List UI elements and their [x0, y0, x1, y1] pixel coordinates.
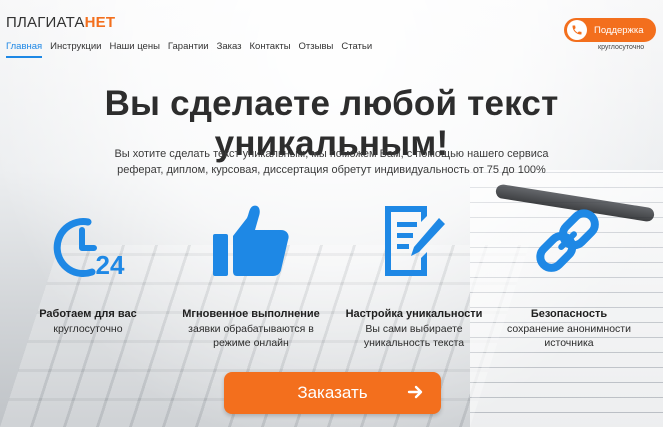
hero-subtitle: Вы хотите сделать текст уникальным, мы п…: [90, 146, 573, 178]
feature-desc: сохранение анонимности источника: [494, 322, 644, 350]
feature-desc-line: уникальность текста: [363, 337, 465, 349]
svg-text:24: 24: [96, 250, 125, 278]
logo-accent-text: НЕТ: [84, 14, 116, 31]
feature-desc: Вы сами выбираете уникальность текста: [339, 322, 489, 350]
feature-24-7: 24 Работаем для вас круглосуточно: [13, 204, 163, 336]
chain-link-icon: [494, 204, 644, 278]
logo-text: ПЛАГИАТА: [6, 14, 85, 31]
support-label: Поддержка: [594, 24, 644, 36]
hero-subtitle-line-1: Вы хотите сделать текст уникальным, мы п…: [114, 148, 549, 160]
nav-item-home[interactable]: Главная: [6, 41, 43, 58]
feature-title: Мгновенное выполнение: [182, 308, 320, 320]
feature-uniqueness: Настройка уникальности Вы сами выбираете…: [339, 204, 489, 350]
feature-desc-line: круглосуточно: [53, 323, 123, 335]
order-button[interactable]: Заказать: [224, 372, 441, 414]
support-subtitle: круглосуточно: [598, 44, 645, 51]
feature-title: Работаем для вас: [39, 308, 137, 320]
site-logo[interactable]: ПЛАГИАТАНЕТ: [6, 14, 115, 31]
nav-item-guarantees[interactable]: Гарантии: [168, 41, 209, 58]
thumbs-up-icon: [176, 204, 326, 278]
support-button[interactable]: Поддержка: [564, 18, 656, 42]
nav-item-order[interactable]: Заказ: [217, 41, 242, 58]
nav-item-prices[interactable]: Наши цены: [110, 41, 160, 58]
feature-desc: круглосуточно: [13, 322, 163, 336]
feature-desc: заявки обрабатываются в режиме онлайн: [176, 322, 326, 350]
feature-desc-line: сохранение анонимности: [506, 323, 631, 335]
main-nav: Главная Инструкции Наши цены Гарантии За…: [6, 41, 372, 58]
order-button-label: Заказать: [297, 383, 368, 402]
hero-subtitle-line-2: реферат, диплом, курсовая, диссертация о…: [117, 164, 546, 176]
feature-desc-line: заявки обрабатываются в: [188, 323, 314, 335]
feature-desc-line: Вы сами выбираете: [365, 323, 463, 335]
feature-desc-line: источника: [544, 337, 594, 349]
feature-security: Безопасность сохранение анонимности исто…: [494, 204, 644, 350]
nav-item-contacts[interactable]: Контакты: [250, 41, 291, 58]
nav-item-articles[interactable]: Статьи: [341, 41, 372, 58]
arrow-right-icon: [407, 384, 423, 405]
document-edit-icon: [339, 204, 489, 278]
feature-title: Настройка уникальности: [345, 308, 483, 320]
phone-icon: [567, 20, 587, 40]
feature-desc-line: режиме онлайн: [213, 337, 289, 349]
clock-24-icon: 24: [13, 204, 163, 278]
feature-instant: Мгновенное выполнение заявки обрабатываю…: [176, 204, 326, 350]
nav-item-instructions[interactable]: Инструкции: [50, 41, 101, 58]
feature-title: Безопасность: [530, 308, 608, 320]
nav-item-reviews[interactable]: Отзывы: [299, 41, 334, 58]
